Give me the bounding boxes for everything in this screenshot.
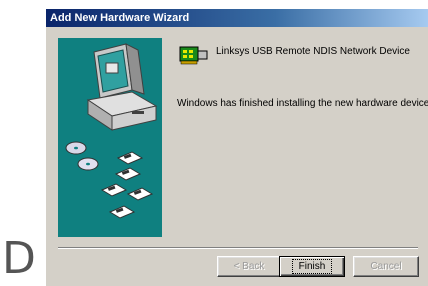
title-bar[interactable]: Add New Hardware Wizard bbox=[46, 9, 428, 27]
wizard-dialog: Add New Hardware Wizard Linksys USB Remo… bbox=[46, 9, 428, 286]
network-device-icon bbox=[179, 46, 208, 65]
cancel-button[interactable]: Cancel bbox=[353, 256, 419, 277]
computer-illustration-icon bbox=[65, 43, 158, 219]
completion-message: Windows has finished installing the new … bbox=[177, 98, 428, 109]
wizard-illustration bbox=[58, 38, 162, 237]
back-button[interactable]: < Back bbox=[217, 256, 281, 277]
finish-button-label: Finish bbox=[291, 259, 333, 274]
device-name: Linksys USB Remote NDIS Network Device bbox=[216, 46, 410, 57]
finish-button[interactable]: Finish bbox=[279, 256, 345, 277]
window-title: Add New Hardware Wizard bbox=[50, 12, 190, 24]
screenshot-stage: D Add New Hardware Wizard Linksys USB Re… bbox=[0, 0, 428, 286]
corner-letter: D bbox=[2, 233, 36, 284]
button-separator bbox=[58, 247, 418, 249]
